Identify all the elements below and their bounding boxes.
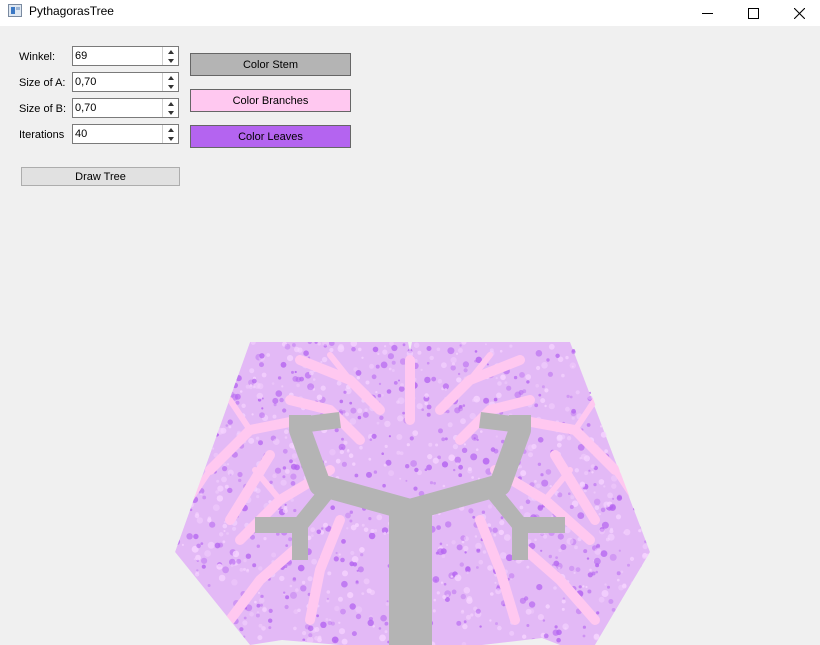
- arrow-down-icon: [167, 84, 174, 89]
- arrow-up-icon: [167, 127, 174, 132]
- draw-tree-button[interactable]: Draw Tree: [21, 167, 180, 186]
- minimize-icon: [701, 12, 713, 14]
- arrow-down-icon: [167, 110, 174, 115]
- size-b-spin-down-button[interactable]: [163, 108, 178, 117]
- close-icon: [793, 7, 805, 19]
- arrow-down-icon: [167, 136, 174, 141]
- size-a-spinbox[interactable]: 0,70: [72, 72, 179, 92]
- size-b-spin-up-button[interactable]: [163, 99, 178, 108]
- size-a-spin-arrows: [162, 73, 178, 91]
- minimize-button[interactable]: [684, 0, 730, 26]
- winkel-spin-arrows: [162, 47, 178, 65]
- arrow-up-icon: [167, 101, 174, 106]
- maximize-button[interactable]: [730, 0, 776, 26]
- iterations-label: Iterations: [19, 129, 65, 141]
- winkel-spin-up-button[interactable]: [163, 47, 178, 56]
- size-b-label: Size of B:: [19, 103, 67, 115]
- winkel-label: Winkel:: [19, 51, 56, 63]
- iterations-spin-up-button[interactable]: [163, 125, 178, 134]
- color-leaves-button[interactable]: Color Leaves: [190, 125, 351, 148]
- size-b-value[interactable]: 0,70: [75, 102, 96, 114]
- color-stem-button[interactable]: Color Stem: [190, 53, 351, 76]
- maximize-icon: [747, 7, 759, 19]
- size-a-spin-up-button[interactable]: [163, 73, 178, 82]
- title-bar: PythagorasTree: [0, 0, 820, 26]
- iterations-spin-down-button[interactable]: [163, 134, 178, 143]
- iterations-value[interactable]: 40: [75, 128, 87, 140]
- tree-canvas: [175, 342, 650, 645]
- color-branches-button[interactable]: Color Branches: [190, 89, 351, 112]
- size-b-spin-arrows: [162, 99, 178, 117]
- winkel-spinbox[interactable]: 69: [72, 46, 179, 66]
- close-button[interactable]: [776, 0, 820, 26]
- size-a-value[interactable]: 0,70: [75, 76, 96, 88]
- size-a-label: Size of A:: [19, 77, 66, 89]
- winkel-value[interactable]: 69: [75, 50, 87, 62]
- size-b-spinbox[interactable]: 0,70: [72, 98, 179, 118]
- app-icon: [8, 4, 22, 17]
- winkel-spin-down-button[interactable]: [163, 56, 178, 65]
- arrow-up-icon: [167, 75, 174, 80]
- arrow-down-icon: [167, 58, 174, 63]
- size-a-spin-down-button[interactable]: [163, 82, 178, 91]
- iterations-spin-arrows: [162, 125, 178, 143]
- iterations-spinbox[interactable]: 40: [72, 124, 179, 144]
- arrow-up-icon: [167, 49, 174, 54]
- window-title: PythagorasTree: [29, 4, 114, 18]
